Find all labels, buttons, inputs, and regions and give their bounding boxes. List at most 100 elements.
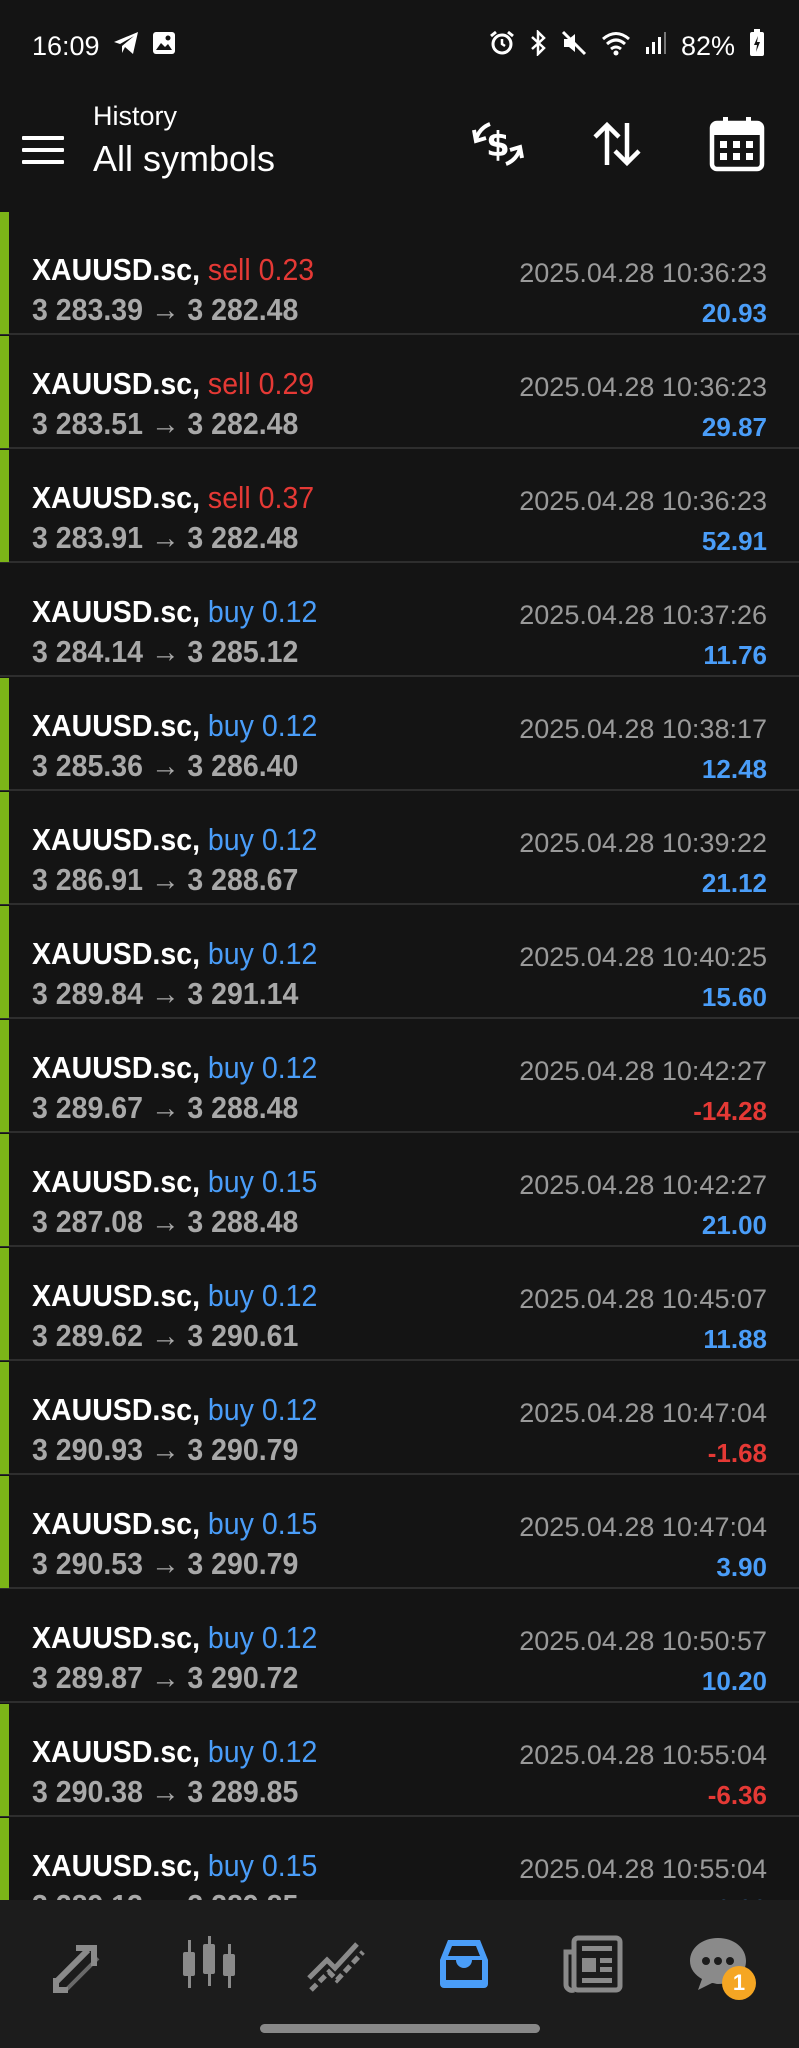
- row-time: 2025.04.28 10:42:27: [519, 1170, 767, 1200]
- trade-side-volume: buy 0.12: [207, 936, 318, 971]
- trade-icon[interactable]: [301, 1928, 373, 2000]
- chat-badge: 1: [722, 1966, 756, 2000]
- status-right: 82%: [489, 28, 765, 64]
- history-row[interactable]: XAUUSD.sc, buy 0.12 3 290.93 → 3 290.79 20…: [0, 1362, 799, 1475]
- calendar-icon[interactable]: [705, 112, 769, 176]
- row-status-bar: [0, 1134, 9, 1246]
- symbol-label: XAUUSD.sc,: [32, 1392, 201, 1427]
- battery-icon: [749, 28, 765, 64]
- row-symbol: XAUUSD.sc, buy 0.12: [32, 1050, 317, 1086]
- row-prices: 3 286.91 → 3 288.67: [32, 862, 299, 897]
- row-symbol: XAUUSD.sc, buy 0.12: [32, 936, 317, 972]
- trade-side-volume: buy 0.12: [207, 1620, 318, 1655]
- symbol-label: XAUUSD.sc,: [32, 366, 201, 401]
- svg-text:$: $: [486, 125, 510, 165]
- symbol-label: XAUUSD.sc,: [32, 1050, 201, 1085]
- history-row[interactable]: XAUUSD.sc, sell 0.37 3 283.91 → 3 282.48 2…: [0, 450, 799, 563]
- telegram-icon: [112, 30, 140, 63]
- chart-icon[interactable]: [173, 1928, 245, 2000]
- quotes-icon[interactable]: [44, 1928, 116, 2000]
- row-prices: 3 287.08 → 3 288.48: [32, 1204, 299, 1239]
- row-status-bar: [0, 450, 9, 562]
- row-profit: -1.68: [707, 1438, 767, 1468]
- history-icon[interactable]: [428, 1928, 500, 2000]
- row-status-bar: [0, 1362, 9, 1474]
- row-profit: 3.90: [716, 1552, 767, 1582]
- row-symbol: XAUUSD.sc, sell 0.29: [32, 366, 314, 402]
- row-time: 2025.04.28 10:42:27: [519, 1056, 767, 1086]
- sort-icon[interactable]: [585, 112, 649, 176]
- trade-side-volume: buy 0.12: [207, 1050, 318, 1085]
- row-prices: 3 285.36 → 3 286.40: [32, 748, 299, 783]
- symbol-filter-title[interactable]: All symbols: [93, 136, 275, 181]
- symbol-label: XAUUSD.sc,: [32, 480, 201, 515]
- row-time: 2025.04.28 10:36:23: [519, 486, 767, 516]
- news-icon[interactable]: [556, 1928, 628, 2000]
- history-row[interactable]: XAUUSD.sc, buy 0.12 3 285.36 → 3 286.40 20…: [0, 678, 799, 791]
- history-row[interactable]: XAUUSD.sc, buy 0.12 3 289.67 → 3 288.48 20…: [0, 1020, 799, 1133]
- symbol-label: XAUUSD.sc,: [32, 1278, 201, 1313]
- app-header: History All symbols $: [0, 92, 799, 212]
- history-row[interactable]: XAUUSD.sc, buy 0.15 3 290.53 → 3 290.79 20…: [0, 1476, 799, 1589]
- row-time: 2025.04.28 10:55:04: [519, 1740, 767, 1770]
- gallery-icon: [152, 31, 176, 62]
- history-row[interactable]: XAUUSD.sc, buy 0.15 3 287.08 → 3 288.48 20…: [0, 1134, 799, 1247]
- row-prices: 3 284.14 → 3 285.12: [32, 634, 299, 669]
- trade-side-volume: buy 0.15: [207, 1506, 318, 1541]
- row-time: 2025.04.28 10:39:22: [519, 828, 767, 858]
- history-row[interactable]: XAUUSD.sc, buy 0.12 3 290.38 → 3 289.85 20…: [0, 1704, 799, 1817]
- page-title: History: [93, 101, 178, 131]
- row-symbol: XAUUSD.sc, buy 0.15: [32, 1164, 317, 1200]
- symbol-label: XAUUSD.sc,: [32, 594, 201, 629]
- trade-side-volume: buy 0.12: [207, 1392, 318, 1427]
- status-time: 16:09: [32, 30, 100, 61]
- title-block: History All symbols: [93, 100, 275, 181]
- row-time: 2025.04.28 10:55:04: [519, 1854, 767, 1884]
- row-status-bar: [0, 678, 9, 790]
- symbol-label: XAUUSD.sc,: [32, 708, 201, 743]
- history-row[interactable]: XAUUSD.sc, sell 0.23 3 283.39 → 3 282.48 2…: [0, 222, 799, 335]
- row-symbol: XAUUSD.sc, sell 0.37: [32, 480, 314, 516]
- symbol-label: XAUUSD.sc,: [32, 252, 201, 287]
- trade-side-volume: buy 0.15: [207, 1848, 318, 1883]
- history-row[interactable]: XAUUSD.sc, buy 0.12 3 286.91 → 3 288.67 20…: [0, 792, 799, 905]
- history-row[interactable]: XAUUSD.sc, buy 0.12 3 289.87 → 3 290.72 20…: [0, 1590, 799, 1703]
- row-profit: 20.93: [701, 298, 767, 328]
- row-prices: 3 290.93 → 3 290.79: [32, 1432, 299, 1467]
- row-status-bar: [0, 1248, 9, 1360]
- row-profit: 12.48: [701, 754, 767, 784]
- row-profit: 29.87: [701, 412, 767, 442]
- wifi-icon: [601, 30, 631, 63]
- row-profit: -14.28: [693, 1096, 767, 1126]
- trade-side-volume: buy 0.12: [207, 708, 318, 743]
- row-prices: 3 289.87 → 3 290.72: [32, 1660, 299, 1695]
- row-time: 2025.04.28 10:37:26: [519, 600, 767, 630]
- row-time: 2025.04.28 10:36:23: [519, 372, 767, 402]
- currency-exchange-icon[interactable]: $: [466, 112, 530, 176]
- menu-icon[interactable]: [22, 126, 70, 174]
- history-row[interactable]: XAUUSD.sc, sell 0.29 3 283.51 → 3 282.48 2…: [0, 336, 799, 449]
- row-profit: 11.76: [703, 640, 767, 670]
- row-symbol: XAUUSD.sc, buy 0.12: [32, 1620, 317, 1656]
- row-status-bar: [0, 1020, 9, 1132]
- history-row[interactable]: XAUUSD.sc, buy 0.12 3 289.84 → 3 291.14 20…: [0, 906, 799, 1019]
- trade-side-volume: buy 0.15: [207, 1164, 318, 1199]
- row-prices: 3 289.84 → 3 291.14: [32, 976, 299, 1011]
- row-prices: 3 289.67 → 3 288.48: [32, 1090, 299, 1125]
- row-profit: 52.91: [701, 526, 767, 556]
- trade-side-volume: buy 0.12: [207, 594, 318, 629]
- home-indicator[interactable]: [260, 2024, 540, 2033]
- history-row[interactable]: XAUUSD.sc, buy 0.12 3 284.14 → 3 285.12 20…: [0, 564, 799, 677]
- chat-icon[interactable]: 1: [682, 1928, 756, 2000]
- history-list[interactable]: XAUUSD.sc, sell 0.23 3 283.39 → 3 282.48 2…: [0, 212, 799, 1900]
- row-status-bar: [0, 906, 9, 1018]
- history-row[interactable]: XAUUSD.sc, buy 0.15 3 289.13 → 3 289.85 20…: [0, 1818, 799, 1900]
- row-profit: -6.36: [707, 1780, 767, 1810]
- row-symbol: XAUUSD.sc, buy 0.12: [32, 1392, 317, 1428]
- row-prices: 3 283.39 → 3 282.48: [32, 292, 299, 327]
- row-symbol: XAUUSD.sc, buy 0.12: [32, 822, 317, 858]
- row-symbol: XAUUSD.sc, buy 0.12: [32, 708, 317, 744]
- row-prices: 3 283.51 → 3 282.48: [32, 406, 299, 441]
- history-row[interactable]: XAUUSD.sc, buy 0.12 3 289.62 → 3 290.61 20…: [0, 1248, 799, 1361]
- row-status-bar: [0, 1476, 9, 1588]
